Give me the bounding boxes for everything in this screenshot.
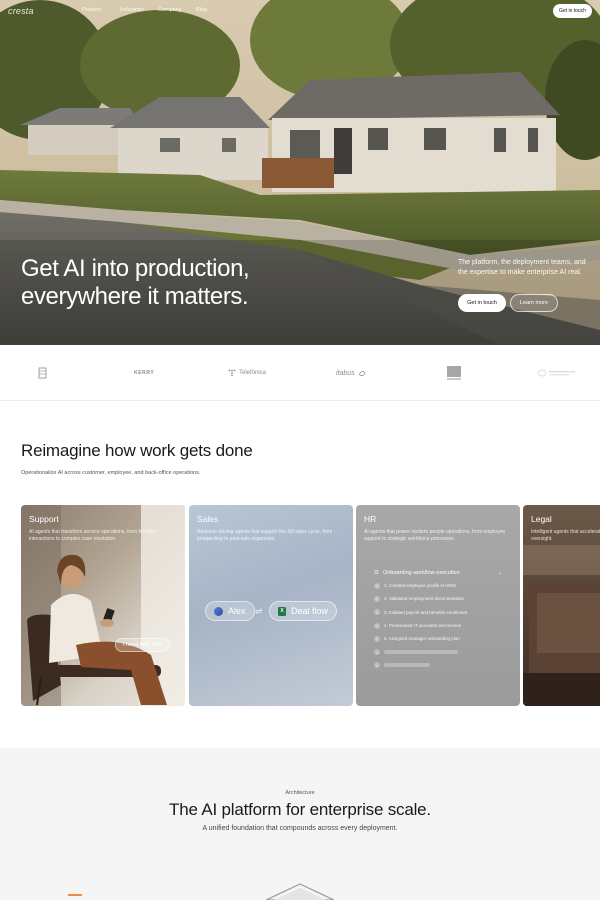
- nav-link-company[interactable]: Company: [158, 7, 196, 13]
- customer-logos-strip: KERRY Telefónica itabus: [0, 345, 600, 401]
- placeholder-bar: [384, 650, 458, 655]
- architecture-section: Architecture The AI platform for enterpr…: [0, 748, 600, 900]
- customer-logo-itabus: itabus: [336, 367, 366, 379]
- hero-side-text: The platform, the deployment teams, and …: [458, 259, 586, 276]
- alex-avatar-icon: [214, 606, 223, 616]
- architecture-subtitle: A unified foundation that compounds acro…: [202, 825, 398, 832]
- nav-link-industries[interactable]: Industries: [120, 7, 158, 13]
- sales-card-title: Sales: [197, 514, 219, 524]
- hr-card-title: HR: [364, 514, 377, 524]
- workflow-step-label: 3. Initiated payroll and benefits enroll…: [384, 609, 468, 615]
- workflow-step: ✓ 1. Created employee profile in HRIS: [374, 579, 502, 592]
- check-icon: ✓: [374, 595, 380, 602]
- hero-title-line-2: everywhere it matters.: [21, 283, 249, 310]
- legal-card[interactable]: Legal Intelligent agents that accelerate…: [523, 505, 600, 706]
- architecture-eyebrow: Architecture: [285, 790, 315, 796]
- legal-card-desc: Intelligent agents that accelerate legal…: [531, 529, 600, 542]
- placeholder-bar: [384, 663, 430, 668]
- pending-icon: ○: [374, 649, 380, 656]
- alex-agent-pill: Alex: [205, 601, 255, 621]
- support-card[interactable]: Support AI agents that transform service…: [21, 505, 185, 706]
- hr-card-desc: AI agents that power modern people opera…: [364, 529, 506, 542]
- deal-flow-pill: X Deal flow: [269, 601, 338, 621]
- list-icon: ☰: [374, 570, 379, 576]
- link-chain-icon: ⇌: [255, 606, 263, 616]
- workflow-step-label: 2. Validated employment documentation: [384, 596, 464, 602]
- customer-logo-6: [537, 367, 577, 379]
- itabus-swirl-icon: [358, 371, 366, 377]
- alex-label: Alex: [228, 606, 246, 616]
- square-logo-icon: [447, 366, 461, 380]
- excel-icon: X: [278, 606, 286, 616]
- nav-links: Product Industries Company Blog: [82, 7, 234, 13]
- pending-icon: ○: [374, 662, 380, 669]
- workflow-step-label: 5. Assigned manager onboarding plan: [384, 636, 460, 642]
- customer-logo-1: [38, 367, 47, 379]
- workflow-step-label: 1. Created employee profile in HRIS: [384, 583, 457, 589]
- architecture-title: The AI platform for enterprise scale.: [169, 800, 431, 819]
- pending-icon: ○: [374, 635, 380, 642]
- telefonica-wordmark: Telefónica: [239, 370, 267, 376]
- hero-learn-more-button[interactable]: Learn more: [510, 294, 558, 312]
- workflow-step-placeholder: ○: [374, 659, 502, 672]
- hero-get-in-touch-button[interactable]: Get in touch: [458, 294, 506, 312]
- chevron-down-icon: ⌄: [497, 570, 502, 576]
- deal-flow-label: Deal flow: [291, 606, 329, 616]
- legal-card-title: Legal: [531, 514, 552, 524]
- nav-link-blog[interactable]: Blog: [196, 7, 234, 13]
- customer-logo-kerry: KERRY: [134, 370, 155, 376]
- support-chat-bubble: I need help with: [115, 638, 170, 652]
- check-icon: ✓: [374, 622, 380, 629]
- workflow-step: ○ 5. Assigned manager onboarding plan: [374, 632, 502, 645]
- workflow-step-label: 4. Provisioned IT accounts and access: [384, 623, 461, 629]
- sales-card[interactable]: Sales Revenue-driving agents that suppor…: [189, 505, 353, 706]
- support-card-title: Support: [29, 514, 59, 524]
- itabus-wordmark: itabus: [336, 369, 355, 377]
- hr-card[interactable]: HR AI agents that power modern people op…: [356, 505, 520, 706]
- workflow-step-placeholder: ○: [374, 645, 502, 658]
- sales-card-desc: Revenue-driving agents that support the …: [197, 529, 333, 542]
- hero-section: cresta Product Industries Company Blog G…: [0, 0, 600, 345]
- support-card-desc: AI agents that transform service operati…: [29, 529, 157, 542]
- architecture-diagram-preview: [68, 883, 335, 900]
- onboarding-workflow-panel: ☰ Onboarding workflow execution ⌄ ✓ 1. C…: [374, 567, 502, 672]
- customer-logo-5: [447, 366, 461, 380]
- nav-link-product[interactable]: Product: [82, 7, 120, 13]
- reimagine-subtitle: Operationalize AI across customer, emplo…: [21, 470, 201, 476]
- hero-title-line-1: Get AI into production,: [21, 255, 250, 282]
- reimagine-title: Reimagine how work gets done: [21, 441, 253, 460]
- workflow-step: ✓ 2. Validated employment documentation: [374, 592, 502, 605]
- top-navigation: cresta Product Industries Company Blog G…: [0, 0, 600, 22]
- faded-logo-icon: [537, 369, 575, 377]
- workflow-header[interactable]: ☰ Onboarding workflow execution ⌄: [374, 567, 502, 579]
- workflow-step: ✓ 4. Provisioned IT accounts and access: [374, 619, 502, 632]
- building-logo-icon: [38, 367, 47, 379]
- check-icon: ✓: [374, 609, 380, 616]
- hero-title: Get AI into production, everywhere it ma…: [21, 255, 250, 311]
- workflow-title: Onboarding workflow execution: [382, 570, 460, 576]
- check-icon: ✓: [374, 582, 380, 589]
- brand-logo[interactable]: cresta: [8, 6, 34, 16]
- customer-logo-telefonica: Telefónica: [228, 367, 266, 379]
- nav-get-in-touch-button[interactable]: Get in touch: [553, 4, 592, 18]
- workflow-step: ✓ 3. Initiated payroll and benefits enro…: [374, 606, 502, 619]
- telefonica-dots-icon: [228, 369, 236, 377]
